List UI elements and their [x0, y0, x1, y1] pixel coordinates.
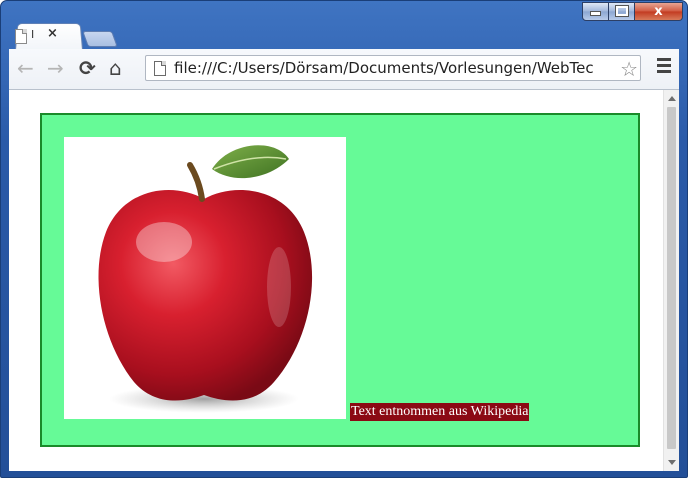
tab-title: I — [31, 28, 35, 41]
apple-image — [64, 137, 346, 419]
close-window-button[interactable]: x — [635, 2, 683, 21]
reload-icon[interactable]: ⟳ — [79, 58, 96, 78]
menu-bar — [657, 58, 671, 61]
green-container: Text entnommen aus Wikipedia — [40, 113, 640, 447]
maximize-icon — [614, 5, 629, 17]
menu-bar — [657, 64, 671, 67]
minimize-icon — [590, 11, 601, 16]
back-arrow-icon[interactable]: ← — [17, 58, 34, 78]
scroll-down-icon[interactable] — [668, 460, 676, 465]
apple-icon — [98, 145, 313, 413]
page-icon — [15, 29, 27, 44]
forward-arrow-icon[interactable]: → — [47, 58, 64, 78]
caption-text: Text entnommen aus Wikipedia — [350, 403, 530, 421]
toolbar: ← → ⟳ ⌂ file:///C:/Users/Dörsam/Document… — [9, 49, 679, 90]
address-bar[interactable]: file:///C:/Users/Dörsam/Documents/Vorles… — [145, 55, 641, 81]
new-tab-button[interactable] — [82, 31, 118, 47]
window-controls: x — [582, 2, 683, 22]
browser-window: x I × ← → ⟳ ⌂ file:///C:/Users/Dörsam/Do… — [0, 0, 688, 478]
scroll-up-icon[interactable] — [668, 96, 676, 101]
scrollbar-thumb[interactable] — [667, 107, 676, 449]
file-page-icon — [154, 61, 166, 76]
maximize-button[interactable] — [609, 2, 635, 21]
vertical-scrollbar[interactable] — [663, 90, 679, 471]
bookmark-star-icon[interactable]: ☆ — [620, 57, 638, 80]
home-icon[interactable]: ⌂ — [109, 58, 122, 78]
url-text[interactable]: file:///C:/Users/Dörsam/Documents/Vorles… — [174, 59, 614, 77]
page-viewport: Text entnommen aus Wikipedia — [9, 90, 679, 471]
menu-bar — [657, 70, 671, 73]
tab-close-icon[interactable]: × — [47, 26, 58, 41]
minimize-button[interactable] — [582, 2, 609, 21]
menu-icon[interactable] — [657, 58, 671, 76]
tab-content: I × — [15, 25, 75, 49]
